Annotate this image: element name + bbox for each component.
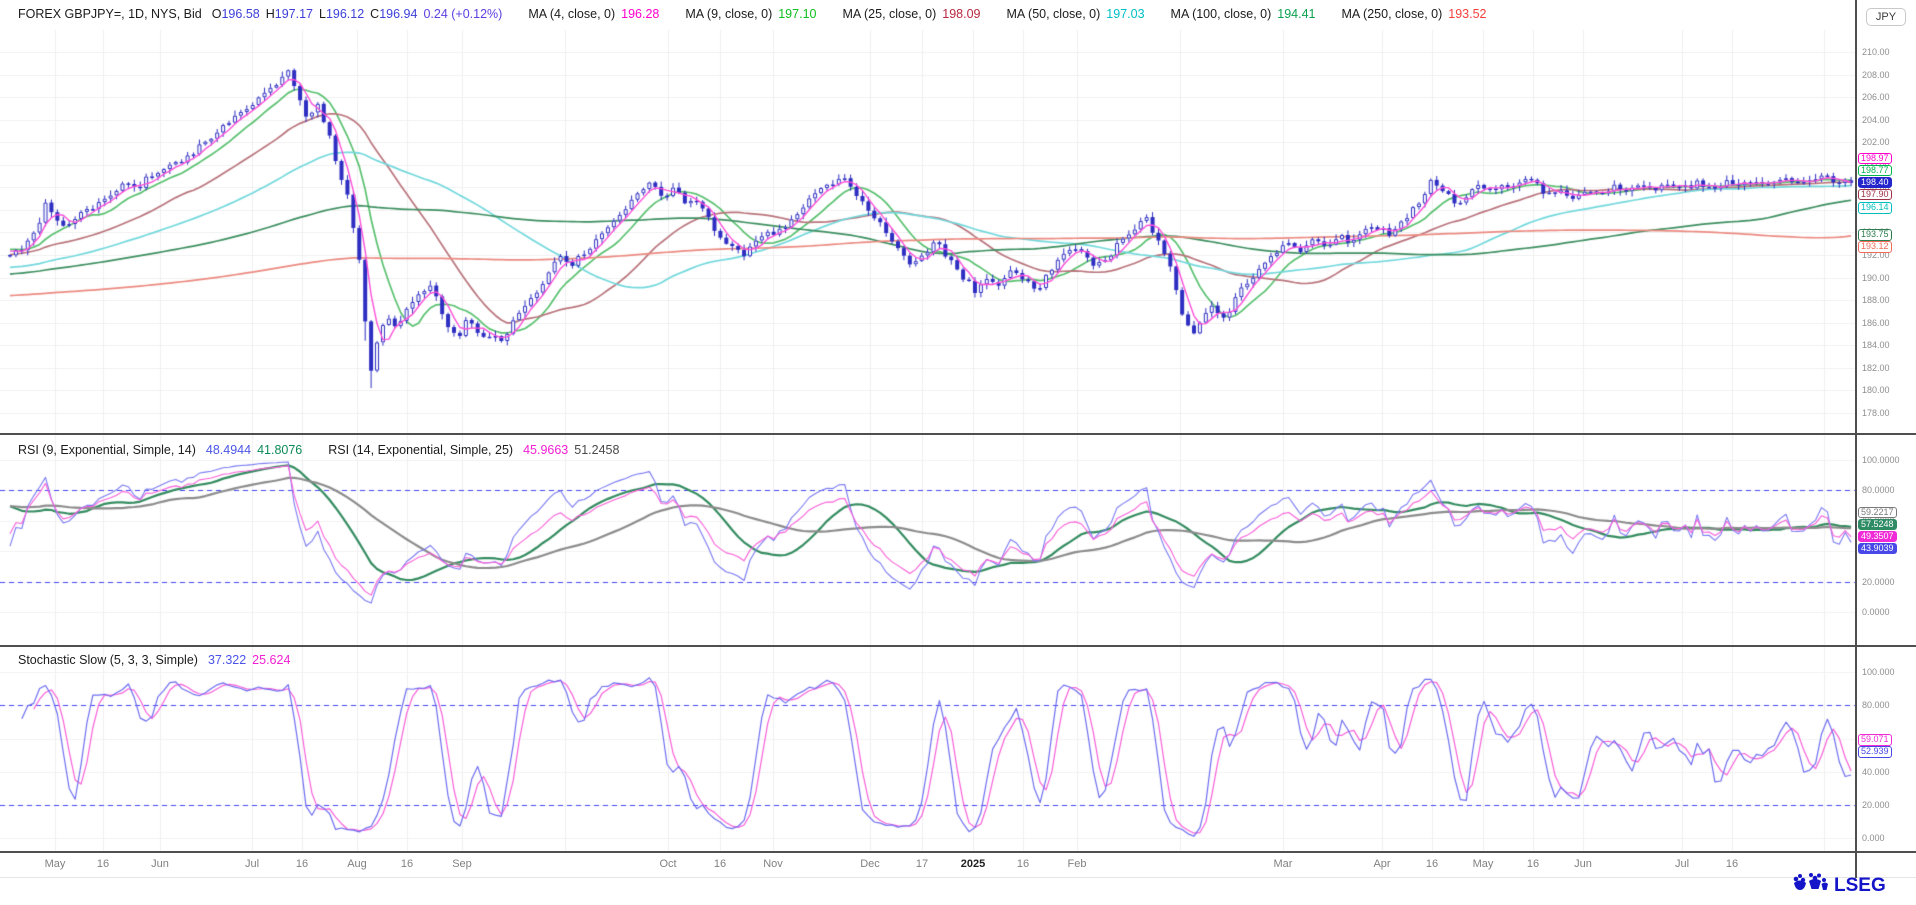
time-axis-label: 16 <box>1426 858 1438 870</box>
time-axis-label: Jun <box>151 858 169 870</box>
time-axis-label: 16 <box>714 858 726 870</box>
time-axis-label: 16 <box>1017 858 1029 870</box>
price-badge: 193.12 <box>1858 241 1892 253</box>
low-readout: L196.12 <box>319 7 364 21</box>
high-readout: H197.17 <box>266 7 313 21</box>
price-tick-label: 180.00 <box>1862 385 1890 395</box>
rsi2-label: RSI (14, Exponential, Simple, 25) <box>328 443 513 457</box>
price-tick-label: 186.00 <box>1862 318 1890 328</box>
stoch-tick-label: 40.000 <box>1862 767 1890 777</box>
price-tick-label: 188.00 <box>1862 295 1890 305</box>
price-badge: 197.90 <box>1858 189 1892 201</box>
stoch-k-value: 37.322 <box>208 653 246 667</box>
stoch-tick-label: 20.000 <box>1862 800 1890 810</box>
price-badge: 196.14 <box>1858 202 1892 214</box>
lseg-crest-icon <box>1794 873 1828 890</box>
price-tick-label: 190.00 <box>1862 273 1890 283</box>
time-axis-label: Nov <box>763 858 783 870</box>
time-axis-label: 16 <box>97 858 109 870</box>
stoch-d-value: 25.624 <box>252 653 290 667</box>
stoch-pane-legend: Stochastic Slow (5, 3, 3, Simple) 37.322… <box>18 653 290 667</box>
ma50-legend: MA (50, close, 0)197.03 <box>1007 7 1145 21</box>
pane-divider-rsi-stoch[interactable] <box>0 645 1916 647</box>
close-readout: C196.94 <box>370 7 417 21</box>
ma9-legend: MA (9, close, 0)197.10 <box>685 7 816 21</box>
time-axis-label: 16 <box>1726 858 1738 870</box>
time-axis-label: 17 <box>916 858 928 870</box>
pane-divider-price-rsi[interactable] <box>0 433 1916 435</box>
price-tick-label: 182.00 <box>1862 363 1890 373</box>
rsi-badge: 49.3507 <box>1858 531 1897 543</box>
time-axis-label: 2025 <box>961 858 985 870</box>
time-axis-label: Apr <box>1373 858 1390 870</box>
stoch-tick-label: 100.000 <box>1862 667 1895 677</box>
time-axis-label: Feb <box>1068 858 1087 870</box>
lseg-logo-text: LSEG <box>1834 875 1886 896</box>
time-axis-label: Mar <box>1274 858 1293 870</box>
time-axis-label: Jul <box>245 858 259 870</box>
rsi-badge: 43.9039 <box>1858 543 1897 555</box>
time-axis-label: Jun <box>1574 858 1592 870</box>
rsi-tick-label: 80.0000 <box>1862 485 1895 495</box>
open-readout: O196.58 <box>212 7 260 21</box>
time-axis-label: 16 <box>401 858 413 870</box>
time-axis-label: Oct <box>659 858 676 870</box>
ma100-legend: MA (100, close, 0)194.41 <box>1171 7 1316 21</box>
price-tick-label: 178.00 <box>1862 408 1890 418</box>
time-axis-label: May <box>45 858 66 870</box>
price-pane-legend: FOREX GBPJPY=, 1D, NYS, Bid O196.58 H197… <box>18 7 1487 21</box>
rsi-badge: 59.2217 <box>1858 507 1897 519</box>
ma4-legend: MA (4, close, 0)196.28 <box>528 7 659 21</box>
rsi1-value: 48.4944 <box>206 443 251 457</box>
price-tick-label: 206.00 <box>1862 92 1890 102</box>
time-axis-label: 16 <box>1527 858 1539 870</box>
rsi2-value: 45.9663 <box>523 443 568 457</box>
price-tick-label: 184.00 <box>1862 340 1890 350</box>
price-axis-separator <box>1855 0 1857 878</box>
lseg-logo-svg: LSEG <box>1790 871 1908 897</box>
time-axis-label: Jul <box>1675 858 1689 870</box>
price-tick-label: 208.00 <box>1862 70 1890 80</box>
ma250-legend: MA (250, close, 0)193.52 <box>1342 7 1487 21</box>
stoch-badge: 52.939 <box>1858 746 1892 758</box>
rsi2-signal-value: 51.2458 <box>574 443 619 457</box>
price-badge: 198.77 <box>1858 165 1892 177</box>
price-badge: 198.97 <box>1858 153 1892 165</box>
time-axis-label: Sep <box>452 858 472 870</box>
time-axis-label: Dec <box>860 858 880 870</box>
price-badge: 193.75 <box>1858 229 1892 241</box>
stoch-tick-label: 80.000 <box>1862 700 1890 710</box>
price-tick-label: 210.00 <box>1862 47 1890 57</box>
time-axis-label: 16 <box>296 858 308 870</box>
rsi1-label: RSI (9, Exponential, Simple, 14) <box>18 443 196 457</box>
rsi-pane-legend: RSI (9, Exponential, Simple, 14) 48.4944… <box>18 443 619 457</box>
price-axis[interactable] <box>1857 0 1916 852</box>
price-tick-label: 204.00 <box>1862 115 1890 125</box>
stoch-tick-label: 0.000 <box>1862 833 1885 843</box>
time-axis-label: May <box>1473 858 1494 870</box>
lseg-logo: LSEG <box>1790 871 1908 902</box>
rsi-badge: 57.5248 <box>1858 519 1897 531</box>
rsi-tick-label: 100.0000 <box>1862 455 1900 465</box>
time-axis-label: Aug <box>347 858 367 870</box>
change-readout: 0.24 (+0.12%) <box>423 7 502 21</box>
stoch-label: Stochastic Slow (5, 3, 3, Simple) <box>18 653 198 667</box>
time-axis-border <box>0 851 1916 853</box>
ma25-legend: MA (25, close, 0)198.09 <box>842 7 980 21</box>
instrument-title: FOREX GBPJPY=, 1D, NYS, Bid <box>18 7 202 21</box>
stoch-badge: 59.071 <box>1858 734 1892 746</box>
rsi1-signal-value: 41.8076 <box>257 443 302 457</box>
bottom-border <box>0 877 1916 878</box>
price-badge: 198.40 <box>1858 177 1892 189</box>
currency-axis-badge: JPY <box>1866 8 1906 26</box>
rsi-tick-label: 0.0000 <box>1862 607 1890 617</box>
price-tick-label: 202.00 <box>1862 137 1890 147</box>
rsi-tick-label: 20.0000 <box>1862 577 1895 587</box>
